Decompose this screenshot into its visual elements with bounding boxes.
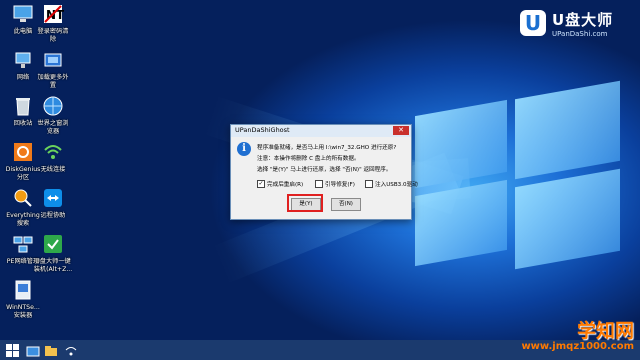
desktop-icon-label: 加载更多外 置 (37, 74, 69, 89)
desktop-icon-winntsetup[interactable]: WinNTSe... 安装器 (0, 278, 46, 319)
winntsetup-icon (10, 278, 36, 302)
wifi-icon (40, 140, 66, 164)
desktop-icon-label: WinNTSe... 安装器 (6, 304, 40, 319)
start-button[interactable] (6, 343, 20, 357)
dialog-message-line3: 选择 "是(Y)" 马上进行还原，选择 "否(N)" 返回程序。 (257, 167, 392, 173)
desktop-icon-wireless[interactable]: 无线连接 (30, 140, 76, 174)
globe-icon (40, 94, 66, 118)
desktop-icon-label: 远程协助 (40, 212, 66, 219)
brand-name: U盘大师 (552, 11, 614, 29)
usb3-driver-checkbox[interactable]: 注入USB3.0驱动 (365, 180, 418, 188)
desktop-icon-password-clear[interactable]: NT 登录密码清 除 (30, 2, 76, 43)
brand-url: UPanDaShi.com (552, 30, 608, 38)
file-explorer-icon[interactable] (44, 343, 58, 357)
desktop-icon-remote-assist[interactable]: 远程协助 (30, 186, 76, 220)
dialog-titlebar[interactable]: UPanDaShiGhost ✕ (231, 125, 411, 137)
dialog-message-line1: 程序准备就绪，是否马上用 I:\win7_32.GHO 进行还原? (257, 145, 397, 151)
desktop-icon-label: 登录密码清 除 (37, 28, 69, 43)
upandashi-brand-logo: U U盘大师 UPanDaShi.com (520, 8, 632, 42)
windows-logo-glow (415, 80, 625, 270)
close-button[interactable]: ✕ (393, 126, 409, 135)
reboot-after-checkbox[interactable]: ✓ 完成后重启(R) (257, 180, 303, 188)
no-button[interactable]: 否(N) (331, 198, 361, 211)
task-view-icon[interactable] (26, 343, 40, 357)
checkbox-label: 引导修复(F) (325, 182, 355, 188)
desktop-background: 此电脑 NT 登录密码清 除 网络 加载更多外 置 回收站 世界之窗浏 览器 D… (0, 0, 640, 340)
restore-confirm-dialog: UPanDaShiGhost ✕ i 程序准备就绪，是否马上用 I:\win7_… (230, 124, 418, 220)
desktop-icon-browser[interactable]: 世界之窗浏 览器 (30, 94, 76, 135)
checkbox-label: 完成后重启(R) (267, 182, 304, 188)
network-tray-icon[interactable] (64, 343, 78, 357)
brand-logo-icon: U (520, 10, 546, 36)
desktop-icon-label: U盘大师一键 装机(Alt+Z... (33, 258, 73, 273)
upan-install-icon (40, 232, 66, 256)
svg-text:NT: NT (46, 8, 64, 22)
desktop-icon-label: 无线连接 (40, 166, 66, 173)
checkbox-box[interactable]: ✓ (257, 180, 265, 188)
info-icon: i (237, 142, 251, 156)
desktop-icon-upan-install[interactable]: U盘大师一键 装机(Alt+Z... (30, 232, 76, 273)
load-tools-icon (40, 48, 66, 72)
watermark-url: www.jmqz1000.com (521, 341, 634, 352)
checkbox-box[interactable] (365, 180, 373, 188)
desktop-icon-label: 世界之窗浏 览器 (37, 120, 69, 135)
boot-repair-checkbox[interactable]: 引导修复(F) (315, 180, 355, 188)
checkbox-label: 注入USB3.0驱动 (375, 182, 418, 188)
dialog-message-line2: 注意：本操作将删除 C 盘上的所有数据。 (257, 156, 360, 162)
site-watermark: 学知网 www.jmqz1000.com (521, 316, 634, 352)
dialog-title: UPanDaShiGhost (235, 126, 290, 134)
red-highlight-box (287, 194, 323, 212)
watermark-title: 学知网 (576, 320, 634, 342)
desktop-icon-load-more[interactable]: 加载更多外 置 (30, 48, 76, 89)
nt-password-icon: NT (40, 2, 66, 26)
checkbox-box[interactable] (315, 180, 323, 188)
teamviewer-icon (40, 186, 66, 210)
